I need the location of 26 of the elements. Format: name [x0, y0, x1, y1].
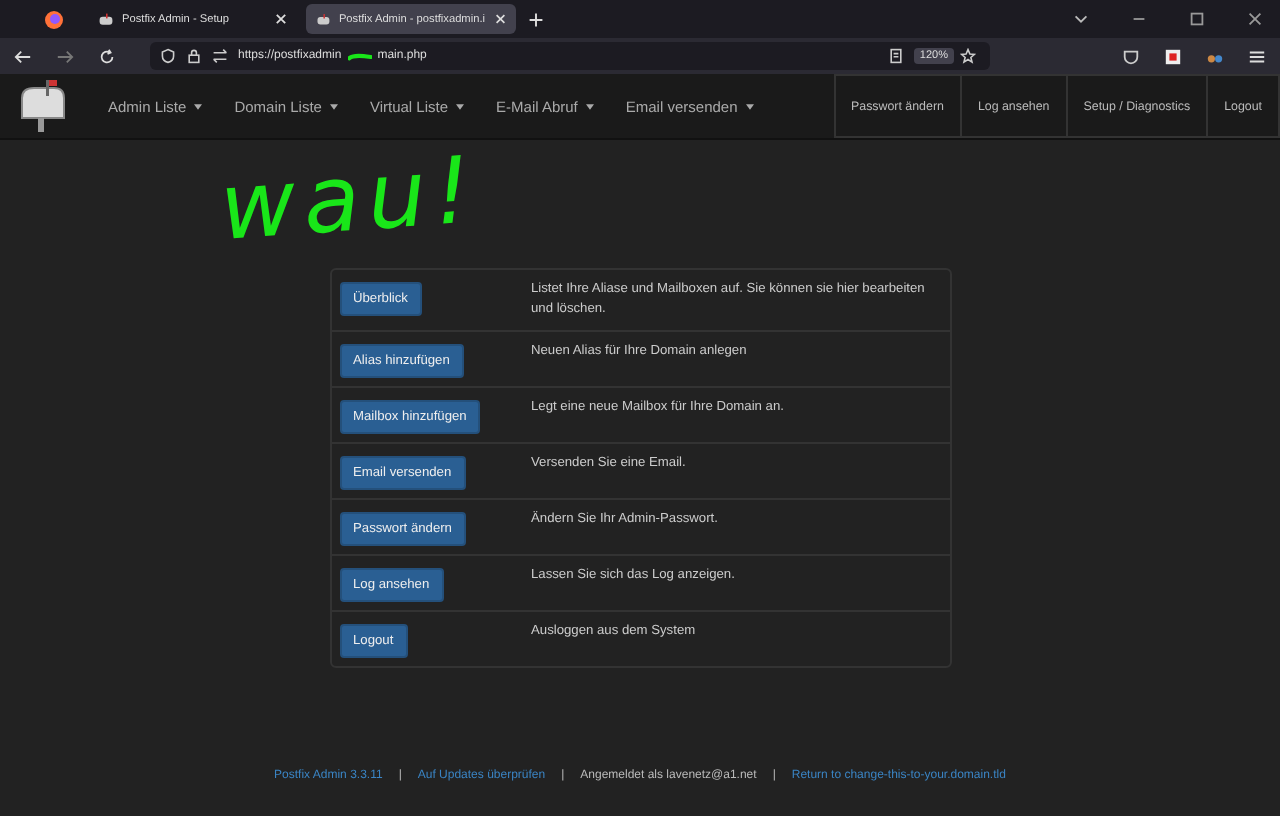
star-icon[interactable]: [960, 48, 976, 64]
mailbox-icon: [316, 11, 331, 27]
browser-logo-icon[interactable]: [44, 9, 64, 29]
maximize-icon[interactable]: [1188, 10, 1206, 28]
mailbox-icon: [98, 11, 114, 27]
close-icon[interactable]: [1246, 10, 1264, 28]
reader-view-icon[interactable]: [887, 48, 904, 64]
handwritten-annotation: wau!: [216, 135, 483, 261]
new-tab-icon[interactable]: [528, 11, 544, 27]
caret-icon: [194, 103, 203, 109]
reload-icon[interactable]: [98, 47, 116, 65]
forward-arrow-icon[interactable]: [56, 47, 74, 65]
caret-icon: [745, 103, 754, 109]
caret-icon: [456, 103, 465, 109]
back-arrow-icon[interactable]: [14, 47, 32, 65]
mailbox-logo-icon[interactable]: [16, 78, 68, 134]
scribble-drawing: [347, 51, 372, 61]
caret-icon: [585, 103, 594, 109]
arrows-icon: [212, 48, 228, 64]
extension-icon[interactable]: [1164, 47, 1182, 65]
caret-icon: [329, 103, 338, 109]
lock-icon: [186, 48, 202, 64]
menu-icon[interactable]: [1248, 47, 1266, 65]
shield-icon: [160, 48, 176, 64]
chevron-down-icon[interactable]: [1072, 10, 1090, 28]
pocket-icon[interactable]: [1122, 47, 1140, 65]
